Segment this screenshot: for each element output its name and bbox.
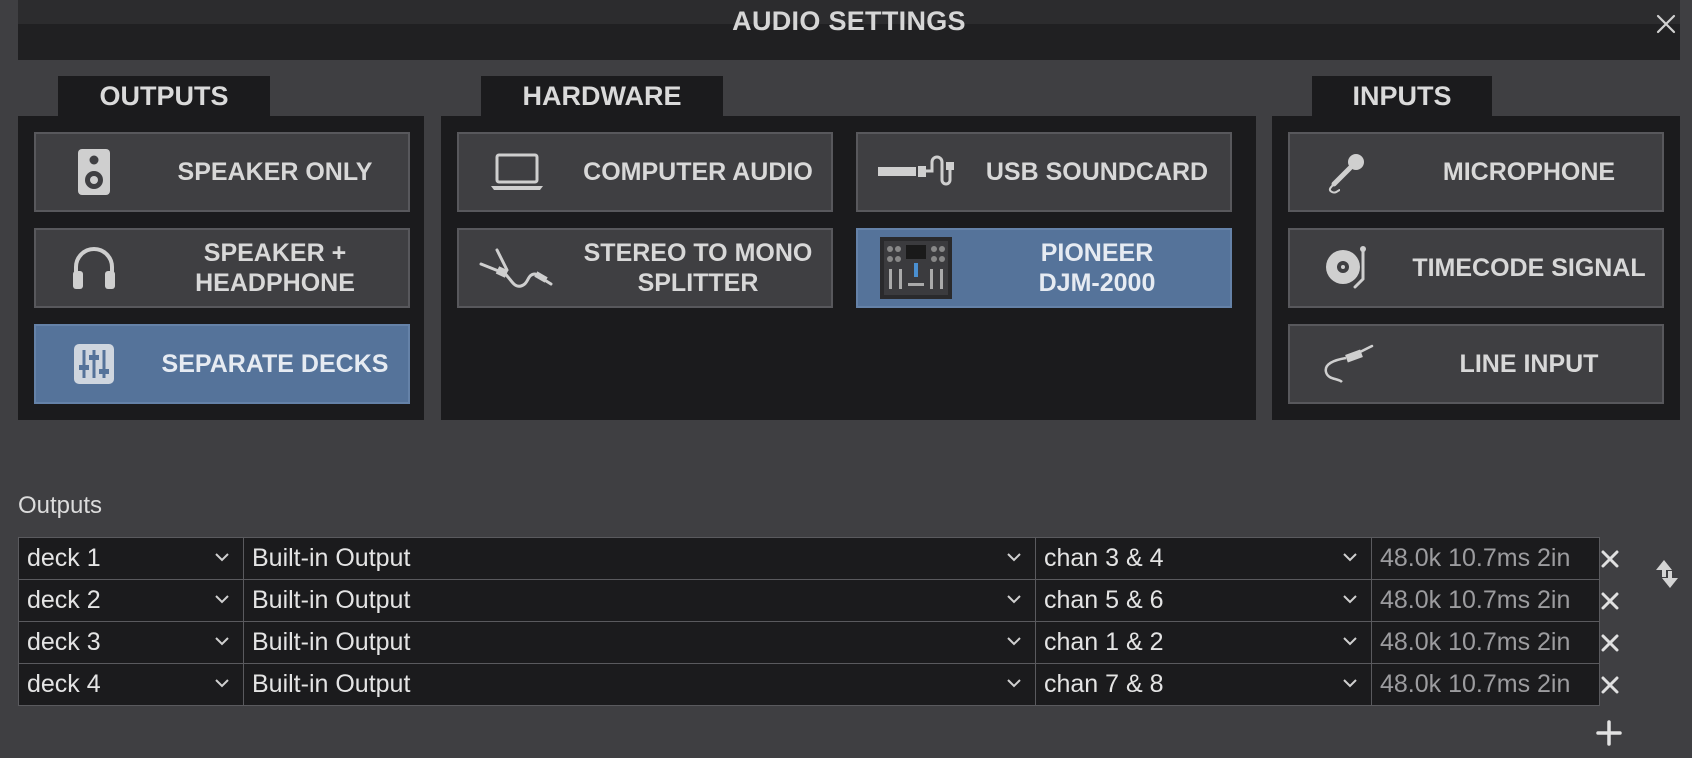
title-bar: AUDIO SETTINGS <box>18 0 1680 60</box>
deck-value: deck 3 <box>27 628 101 656</box>
channel-select[interactable]: chan 7 & 8 <box>1035 663 1372 706</box>
deck-select[interactable]: deck 1 <box>18 537 244 580</box>
usb-cable-icon <box>878 155 954 186</box>
remove-row-button[interactable] <box>1596 671 1624 699</box>
chevron-down-icon <box>1343 595 1357 604</box>
table-row: deck 2 Built-in Output chan 5 & 6 48.0k … <box>18 579 1600 622</box>
tile-label: USB SOUNDCARD <box>985 158 1209 186</box>
splitter-cable-icon <box>479 248 553 288</box>
chevron-down-icon <box>1007 553 1021 562</box>
hardware-tile-1[interactable]: USB SOUNDCARD <box>856 132 1232 212</box>
chevron-down-icon <box>215 679 229 688</box>
window-title: AUDIO SETTINGS <box>732 6 966 36</box>
chevron-down-icon <box>1343 679 1357 688</box>
plus-icon <box>1596 720 1622 746</box>
deck-value: deck 4 <box>27 670 101 698</box>
mixer-sliders-icon <box>74 344 114 384</box>
outputs-tile-2[interactable]: SEPARATE DECKS <box>34 324 410 404</box>
tab-hardware: HARDWARE <box>481 76 723 117</box>
deck-value: deck 1 <box>27 544 101 572</box>
deck-value: deck 2 <box>27 586 101 614</box>
remove-row-button[interactable] <box>1596 629 1624 657</box>
inputs-tile-0[interactable]: MICROPHONE <box>1288 132 1664 212</box>
microphone-icon <box>1328 154 1364 194</box>
device-value: Built-in Output <box>252 544 411 572</box>
hardware-tile-2[interactable]: STEREO TO MONO SPLITTER <box>457 228 833 308</box>
chevron-down-icon <box>1007 637 1021 646</box>
tile-label: MICROPHONE <box>1442 158 1616 186</box>
speaker-icon <box>78 149 110 195</box>
device-value: Built-in Output <box>252 628 411 656</box>
hardware-tile-3[interactable]: PIONEER DJM-2000 <box>856 228 1232 308</box>
headphones-icon <box>73 247 115 289</box>
tile-label: COMPUTER AUDIO <box>583 158 813 186</box>
add-row-button[interactable] <box>1594 718 1624 748</box>
channel-value: chan 5 & 6 <box>1044 586 1164 614</box>
tile-label: STEREO TO MONO SPLITTER <box>583 239 813 297</box>
outputs-section-label: Outputs <box>18 492 103 519</box>
chevron-down-icon <box>1007 595 1021 604</box>
jack-cable-icon <box>1324 344 1374 384</box>
device-select[interactable]: Built-in Output <box>243 579 1036 622</box>
close-icon <box>1601 634 1619 652</box>
table-row: deck 4 Built-in Output chan 7 & 8 48.0k … <box>18 663 1600 706</box>
device-select[interactable]: Built-in Output <box>243 663 1036 706</box>
chevron-down-icon <box>215 553 229 562</box>
deck-select[interactable]: deck 2 <box>18 579 244 622</box>
close-icon <box>1656 14 1676 34</box>
device-info: 48.0k 10.7ms 2in <box>1371 621 1600 664</box>
laptop-icon <box>491 153 543 190</box>
dj-mixer-thumbnail <box>880 237 952 299</box>
tile-label: SEPARATE DECKS <box>161 350 389 378</box>
tile-label: PIONEER DJM-2000 <box>1038 239 1156 297</box>
device-value: Built-in Output <box>252 586 411 614</box>
channel-value: chan 3 & 4 <box>1044 544 1164 572</box>
channel-select[interactable]: chan 1 & 2 <box>1035 621 1372 664</box>
deck-select[interactable]: deck 4 <box>18 663 244 706</box>
inputs-tile-1[interactable]: TIMECODE SIGNAL <box>1288 228 1664 308</box>
chevron-down-icon <box>1343 553 1357 562</box>
outputs-panel: SPEAKER ONLY SPEAKER + HEADPHONE SEPARAT… <box>18 116 424 420</box>
device-info: 48.0k 10.7ms 2in <box>1371 663 1600 706</box>
tab-inputs: INPUTS <box>1312 76 1492 117</box>
close-button[interactable] <box>1650 8 1682 40</box>
turntable-icon <box>1326 246 1366 289</box>
tile-label: TIMECODE SIGNAL <box>1412 254 1646 282</box>
device-select[interactable]: Built-in Output <box>243 621 1036 664</box>
chevron-down-icon <box>215 595 229 604</box>
tile-label: LINE INPUT <box>1459 350 1599 378</box>
deck-select[interactable]: deck 3 <box>18 621 244 664</box>
tab-outputs: OUTPUTS <box>58 76 270 117</box>
inputs-tile-2[interactable]: LINE INPUT <box>1288 324 1664 404</box>
inputs-panel: MICROPHONE TIMECODE SIGNAL LINE INPUT <box>1272 116 1680 420</box>
channel-value: chan 1 & 2 <box>1044 628 1164 656</box>
device-info: 48.0k 10.7ms 2in <box>1371 579 1600 622</box>
remove-row-button[interactable] <box>1596 587 1624 615</box>
chevron-down-icon <box>1007 679 1021 688</box>
sort-arrows-icon <box>1656 560 1678 588</box>
close-icon <box>1601 676 1619 694</box>
table-row: deck 1 Built-in Output chan 3 & 4 48.0k … <box>18 537 1600 580</box>
outputs-tile-0[interactable]: SPEAKER ONLY <box>34 132 410 212</box>
hardware-tile-0[interactable]: COMPUTER AUDIO <box>457 132 833 212</box>
close-icon <box>1601 592 1619 610</box>
tile-label: SPEAKER + HEADPHONE <box>195 239 355 297</box>
tile-label: SPEAKER ONLY <box>177 158 373 186</box>
hardware-panel: COMPUTER AUDIO USB SOUNDCARD STEREO TO M… <box>441 116 1256 420</box>
device-info: 48.0k 10.7ms 2in <box>1371 537 1600 580</box>
audio-settings-window: AUDIO SETTINGS OUTPUTS SPEAKER ONLY SPEA… <box>0 0 1692 758</box>
close-icon <box>1601 550 1619 568</box>
chevron-down-icon <box>215 637 229 646</box>
reorder-button[interactable] <box>1652 556 1682 592</box>
channel-select[interactable]: chan 3 & 4 <box>1035 537 1372 580</box>
outputs-tile-1[interactable]: SPEAKER + HEADPHONE <box>34 228 410 308</box>
channel-select[interactable]: chan 5 & 6 <box>1035 579 1372 622</box>
device-value: Built-in Output <box>252 670 411 698</box>
table-row: deck 3 Built-in Output chan 1 & 2 48.0k … <box>18 621 1600 664</box>
remove-row-button[interactable] <box>1596 545 1624 573</box>
device-select[interactable]: Built-in Output <box>243 537 1036 580</box>
chevron-down-icon <box>1343 637 1357 646</box>
channel-value: chan 7 & 8 <box>1044 670 1164 698</box>
